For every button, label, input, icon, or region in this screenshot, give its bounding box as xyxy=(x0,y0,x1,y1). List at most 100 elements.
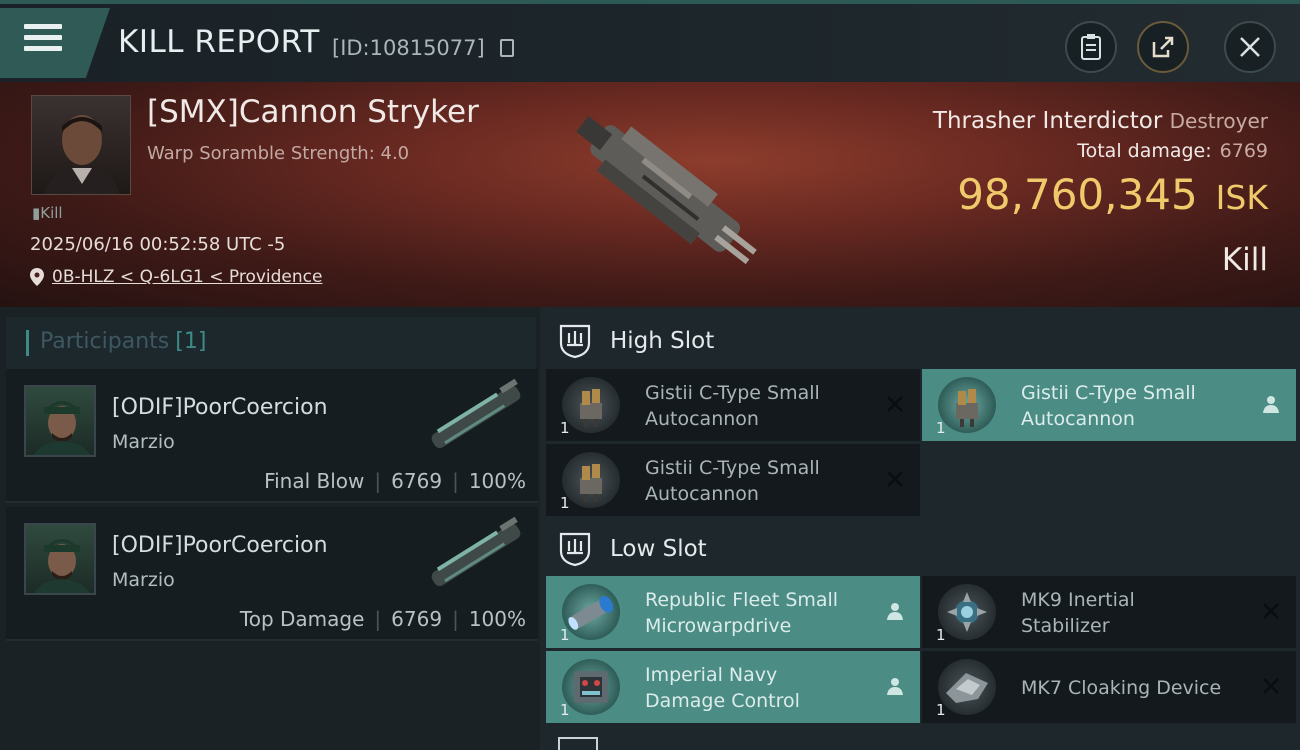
high-slot-header: High Slot xyxy=(540,311,1300,371)
share-button[interactable] xyxy=(1137,21,1189,73)
participant-percent: 100% xyxy=(468,607,526,631)
participant-damage: 6769 xyxy=(391,469,443,493)
module-quantity: 1 xyxy=(936,701,946,719)
participant-stats: Final Blow | 6769 | 100% xyxy=(264,469,526,493)
participant-ship-icon xyxy=(431,378,521,449)
ship-name[interactable]: Thrasher Interdictor xyxy=(933,108,1162,134)
avatar-icon xyxy=(33,539,91,593)
ship-info: Thrasher Interdictor Destroyer xyxy=(933,108,1268,134)
cloaking-device-icon xyxy=(938,659,996,715)
module-item[interactable]: 1 MK9 Inertial Stabilizer xyxy=(922,576,1296,648)
participant-corp: Marzio xyxy=(112,431,175,453)
module-name-line1: Imperial Navy xyxy=(645,664,778,686)
kill-tag: ▮Kill xyxy=(32,204,63,222)
participant-percent: 100% xyxy=(468,469,526,493)
dropped-person-icon xyxy=(882,598,908,624)
module-item[interactable]: 1 Gistii C-Type Small Autocannon xyxy=(546,444,920,516)
module-item[interactable]: 1 Republic Fleet Small Microwarpdrive xyxy=(546,576,920,648)
kill-tag-label: Kill xyxy=(40,204,63,222)
module-name-line1: MK7 Cloaking Device xyxy=(1021,677,1222,699)
clipboard-button[interactable] xyxy=(1065,21,1117,73)
copy-icon[interactable] xyxy=(500,39,514,57)
high-slot-label: High Slot xyxy=(610,328,715,354)
participant-row[interactable]: [ODIF]PoorCoercion Marzio Final Blow | 6… xyxy=(6,369,538,503)
participant-avatar xyxy=(24,523,96,595)
participants-header: Participants [1] xyxy=(6,317,536,369)
module-name: Imperial Navy Damage Control xyxy=(645,662,885,714)
module-item[interactable]: 1 Gistii C-Type Small Autocannon xyxy=(546,369,920,441)
module-name-line2: Damage Control xyxy=(645,690,800,712)
participant-role: Top Damage xyxy=(239,607,365,631)
module-quantity: 1 xyxy=(560,419,570,437)
location-pin-icon xyxy=(30,268,44,286)
module-name: Gistii C-Type Small Autocannon xyxy=(645,380,885,432)
menu-icon[interactable] xyxy=(24,24,62,54)
module-name-line2: Stabilizer xyxy=(1021,615,1110,637)
isk-value: 98,760,345 ISK xyxy=(957,170,1268,219)
module-quantity: 1 xyxy=(560,701,570,719)
kill-datetime: 2025/06/16 00:52:58 UTC -5 xyxy=(30,234,286,255)
mid-slot-icon xyxy=(558,737,598,750)
participants-count: [1] xyxy=(175,329,207,354)
module-quantity: 1 xyxy=(560,494,570,512)
isk-amount: 98,760,345 xyxy=(957,170,1198,219)
participants-panel: Participants [1] [ODIF]PoorCoercion Marzi… xyxy=(0,307,540,750)
participant-row[interactable]: [ODIF]PoorCoercion Marzio Top Damage | 6… xyxy=(6,507,538,641)
participant-name[interactable]: [ODIF]PoorCoercion xyxy=(112,533,328,558)
victim-portrait[interactable] xyxy=(31,95,131,195)
module-name: MK7 Cloaking Device xyxy=(1021,675,1261,701)
total-damage-label: Total damage: xyxy=(1077,140,1212,162)
module-name: Gistii C-Type Small Autocannon xyxy=(645,455,885,507)
participant-avatar xyxy=(24,385,96,457)
damage-control-icon xyxy=(562,659,620,715)
participants-title-text: Participants xyxy=(40,329,170,354)
ship-image xyxy=(576,115,757,265)
module-item[interactable]: 1 Gistii C-Type Small Autocannon xyxy=(922,369,1296,441)
low-slot-label: Low Slot xyxy=(610,536,707,562)
module-quantity: 1 xyxy=(560,626,570,644)
module-name-line2: Autocannon xyxy=(1021,408,1135,430)
participant-name[interactable]: [ODIF]PoorCoercion xyxy=(112,395,328,420)
location-link[interactable]: 0B-HLZ < Q-6LG1 < Providence xyxy=(52,267,322,287)
module-name-line2: Microwarpdrive xyxy=(645,615,792,637)
page-title: KILL REPORT xyxy=(118,24,320,60)
module-item[interactable]: 1 MK7 Cloaking Device xyxy=(922,651,1296,723)
low-slot-header: Low Slot xyxy=(540,519,1300,579)
module-quantity: 1 xyxy=(936,419,946,437)
close-button[interactable] xyxy=(1224,21,1276,73)
low-slot-icon xyxy=(559,532,591,567)
portrait-icon xyxy=(44,115,120,194)
module-name: Gistii C-Type Small Autocannon xyxy=(1021,380,1261,432)
dropped-person-icon xyxy=(1258,391,1284,417)
close-icon xyxy=(1240,37,1260,57)
top-bar: KILL REPORT [ID:10815077] xyxy=(0,0,1300,82)
header-accent-bar xyxy=(26,330,29,356)
module-item[interactable]: 1 Imperial Navy Damage Control xyxy=(546,651,920,723)
ship-class: Destroyer xyxy=(1169,109,1268,133)
victim-name[interactable]: [SMX]Cannon Stryker xyxy=(147,94,479,130)
total-damage-value: 6769 xyxy=(1219,140,1268,162)
share-icon xyxy=(1152,36,1174,58)
participant-damage: 6769 xyxy=(391,607,443,631)
total-damage: Total damage: 6769 xyxy=(1077,140,1268,162)
fittings-panel: High Slot 1 Gistii C-Type Small Autocanno… xyxy=(540,307,1300,750)
module-name-line1: Gistii C-Type Small xyxy=(1021,382,1196,404)
report-id: [ID:10815077] xyxy=(332,36,485,60)
destroyed-icon xyxy=(882,466,908,492)
module-name: Republic Fleet Small Microwarpdrive xyxy=(645,587,885,639)
clipboard-icon xyxy=(1081,34,1101,60)
inertial-stabilizer-icon xyxy=(938,584,996,640)
destroyed-icon xyxy=(1258,673,1284,699)
scramble-strength: Warp Soramble Strength: 4.0 xyxy=(147,143,410,164)
destroyed-icon xyxy=(1258,598,1284,624)
module-name: MK9 Inertial Stabilizer xyxy=(1021,587,1261,639)
dropped-person-icon xyxy=(882,673,908,699)
autocannon-icon xyxy=(938,377,996,433)
kill-result: Kill xyxy=(1221,242,1268,278)
avatar-icon xyxy=(33,401,91,455)
autocannon-icon xyxy=(562,452,620,508)
module-name-line1: MK9 Inertial xyxy=(1021,589,1135,611)
participants-title: Participants [1] xyxy=(40,329,206,354)
microwarpdrive-icon xyxy=(562,584,620,640)
participant-corp: Marzio xyxy=(112,569,175,591)
